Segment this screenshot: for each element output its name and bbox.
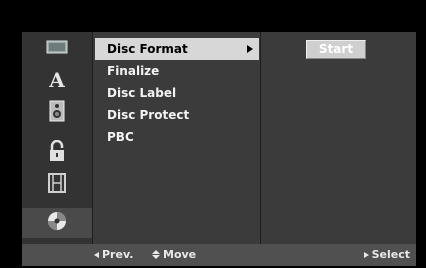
move-hint: Move xyxy=(152,248,196,261)
prev-label: Prev. xyxy=(102,248,134,261)
sidebar-item-audio[interactable] xyxy=(22,98,92,128)
sidebar-item-disc[interactable] xyxy=(22,208,92,238)
prev-hint: Prev. xyxy=(94,248,133,261)
lock-icon xyxy=(48,139,66,166)
setup-menu-screen: A Disc Format Finalize Disc Label Disc P… xyxy=(0,0,426,268)
right-arrow-icon xyxy=(363,251,369,258)
film-icon xyxy=(48,173,66,197)
menu-item-finalize[interactable]: Finalize xyxy=(95,60,259,82)
left-arrow-icon xyxy=(94,251,99,258)
menu-item-label: Disc Protect xyxy=(107,108,190,122)
disc-icon xyxy=(46,210,68,236)
menu-item-label: Disc Format xyxy=(107,42,188,56)
move-label: Move xyxy=(163,248,197,261)
menu-item-disc-protect[interactable]: Disc Protect xyxy=(95,104,259,126)
menu-item-disc-label[interactable]: Disc Label xyxy=(95,82,259,104)
picture-icon xyxy=(46,39,68,59)
select-label: Select xyxy=(371,248,410,261)
footer-help-bar: Prev. Move Select xyxy=(22,244,416,266)
menu-item-pbc[interactable]: PBC xyxy=(95,126,259,148)
up-down-arrow-icon xyxy=(152,250,160,259)
menu-divider xyxy=(260,32,261,244)
menu-item-label: PBC xyxy=(107,130,134,144)
submenu-arrow-icon xyxy=(247,45,253,53)
audio-speaker-icon xyxy=(49,100,65,126)
menu-item-label: Disc Label xyxy=(107,86,177,100)
category-sidebar: A xyxy=(22,32,92,244)
sidebar-item-lock[interactable] xyxy=(22,138,92,168)
menu-item-label: Finalize xyxy=(107,64,160,78)
menu-item-disc-format[interactable]: Disc Format xyxy=(95,38,259,60)
start-button[interactable]: Start xyxy=(306,40,366,59)
language-icon: A xyxy=(49,68,65,92)
sidebar-item-picture[interactable] xyxy=(22,34,92,64)
sidebar-item-film[interactable] xyxy=(22,170,92,200)
disc-menu-list: Disc Format Finalize Disc Label Disc Pro… xyxy=(95,38,259,148)
sidebar-item-language[interactable]: A xyxy=(22,65,92,95)
select-hint: Select xyxy=(363,248,410,261)
sidebar-divider xyxy=(92,32,93,244)
